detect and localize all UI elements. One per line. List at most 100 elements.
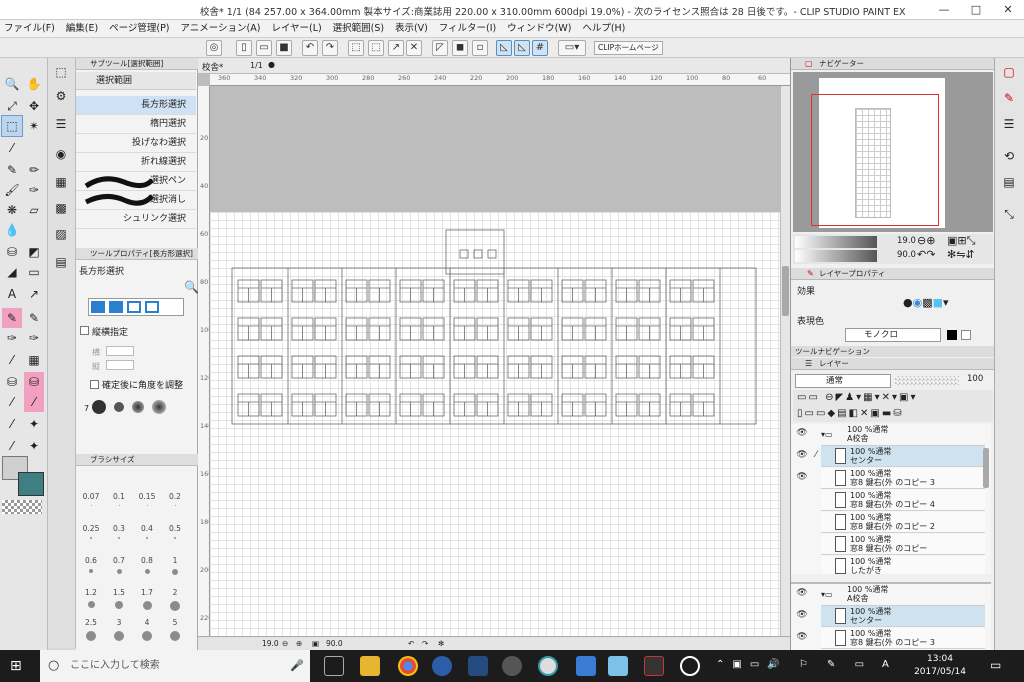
navigator-zoom[interactable]: 19.0 — [897, 236, 916, 246]
aa-weak-icon[interactable] — [114, 402, 124, 412]
layer-folder-row[interactable]: ▾▭ 100 %通常 A校舎 — [821, 424, 985, 446]
canvas-angle-value[interactable]: 90.0 — [326, 637, 343, 650]
nav-rotate-icon[interactable]: ↶↷ — [917, 248, 935, 261]
aa-mid-icon[interactable] — [132, 401, 144, 413]
layer-row[interactable]: 100 %通常 センター — [821, 446, 985, 467]
taskbar-search-box[interactable]: ○ ここに入力して検索 🎤 — [40, 650, 310, 682]
black-swatch[interactable] — [947, 330, 957, 340]
move-layer-icon[interactable]: ✥ — [24, 96, 44, 116]
visibility-eye-icon[interactable]: 👁 — [795, 632, 809, 646]
scroll-thumb[interactable] — [782, 266, 789, 316]
nav-flip-icon[interactable]: ✻⇋⇵ — [947, 248, 975, 261]
frame-tool-icon[interactable]: ▭ — [24, 262, 44, 282]
navigator-tab-icon[interactable]: ▢ — [805, 59, 813, 68]
system-tray-icons[interactable]: ⌃▣▭🔊 ⚐ ✎ ▭ — [716, 659, 872, 670]
opacity-value[interactable]: 100 — [967, 374, 983, 384]
decoration-tool-icon[interactable]: ❋ — [2, 200, 22, 220]
screen-preset-icon[interactable]: ▦ — [24, 350, 44, 370]
zoom-in-icon[interactable]: ⊕ — [296, 637, 302, 650]
clip-studio-icon[interactable]: ◎ — [206, 40, 222, 56]
brush-size-13[interactable]: 1.5 — [104, 588, 134, 618]
open-file-icon[interactable]: ▭ — [256, 40, 272, 56]
approximate-color-icon[interactable]: ▨ — [51, 224, 71, 244]
visibility-eye-icon[interactable]: 👁 — [795, 450, 809, 464]
pen-pink-icon[interactable]: ⁄ — [24, 392, 44, 412]
snap-grid-icon[interactable]: # — [532, 40, 548, 56]
effect-icons[interactable]: ●◉▩■▾ — [903, 296, 949, 309]
blend-mode-select[interactable]: 通常 — [795, 374, 891, 388]
canvas-zoom-value[interactable]: 19.0 — [262, 637, 279, 650]
subtool-shrink-select[interactable]: シュリンク選択 — [76, 210, 196, 229]
horizontal-ruler[interactable]: 360 340 320 300 280 260 240 220 200 180 … — [210, 74, 790, 86]
file-explorer-icon[interactable] — [360, 656, 380, 676]
visibility-eye-icon[interactable]: 👁 — [795, 428, 809, 442]
pen-preset-icon[interactable]: ✎ — [2, 308, 22, 328]
brush-size-2[interactable]: 0.15 — [132, 492, 162, 522]
deselect-icon[interactable]: ⬚ — [348, 40, 364, 56]
media-player-icon[interactable] — [680, 656, 700, 676]
brush-tool-icon[interactable]: 🖌 — [2, 180, 22, 200]
brush-size-12[interactable]: 1.2 — [76, 588, 106, 618]
property-list-icon[interactable]: ☰ — [51, 114, 71, 134]
scale-icon[interactable]: ✕ — [406, 40, 422, 56]
notification-icon[interactable]: ▭ — [990, 658, 1001, 672]
eraser-preset-icon[interactable]: ✑ — [24, 328, 44, 348]
sparkle-2-icon[interactable]: ✦ — [24, 436, 44, 456]
navigator-angle[interactable]: 90.0 — [897, 250, 916, 260]
stroke-icon[interactable]: ▫ — [472, 40, 488, 56]
color-mode-select[interactable]: モノクロ — [845, 328, 941, 342]
selection-tool-icon[interactable]: ⬚ — [1, 115, 23, 137]
eyedropper-icon[interactable]: ⁄ — [2, 138, 22, 158]
white-swatch[interactable] — [961, 330, 971, 340]
add-selection-icon[interactable] — [109, 301, 123, 313]
layer-panel-icon[interactable]: ☰ — [999, 114, 1019, 134]
gradient-tool-icon[interactable]: ◩ — [24, 242, 44, 262]
brush-size-18[interactable]: 4 — [132, 618, 162, 648]
blend-tool-icon[interactable]: 💧 — [2, 220, 22, 240]
clip-studio-paint-icon[interactable] — [538, 656, 558, 676]
auto-select-icon[interactable]: ✴ — [24, 116, 44, 136]
clear-icon[interactable]: ◸ — [432, 40, 448, 56]
correct-line-icon[interactable]: ↗ — [24, 284, 44, 304]
main-color-swatch[interactable] — [18, 472, 44, 496]
brush-size-5[interactable]: 0.3 — [104, 524, 134, 554]
display-mode-icon[interactable]: ▭▾ — [558, 40, 586, 56]
pencil-tool-icon[interactable]: ✏ — [24, 160, 44, 180]
fill-preset-icon[interactable]: ⛁ — [24, 372, 44, 392]
layer-row[interactable]: 100 %通常 したがき — [821, 556, 985, 574]
angle-checkbox[interactable] — [90, 380, 99, 389]
opacity-slider[interactable] — [895, 376, 959, 386]
zoom-tool-icon[interactable]: 🔍 — [2, 74, 22, 94]
taskbar-clock[interactable]: 13:04 2017/05/14 — [910, 653, 970, 679]
close-button[interactable]: ✕ — [992, 0, 1024, 20]
nav-fit-icon[interactable]: ▣⊞⤡ — [947, 234, 975, 248]
new-file-icon[interactable]: ▯ — [236, 40, 252, 56]
aa-strong-icon[interactable] — [152, 400, 166, 414]
intersect-selection-icon[interactable] — [145, 301, 159, 313]
document-tab[interactable]: 校舎* 1/1 ● — [198, 58, 790, 74]
layer-row[interactable]: 100 %通常 窓8 鍵右(外 のコピー 2 — [821, 512, 985, 533]
color-set-icon[interactable]: ▦ — [51, 172, 71, 192]
operation-tool-icon[interactable]: ⤢ — [2, 96, 22, 116]
tab-close-icon[interactable]: ● — [268, 60, 275, 69]
menu-filter[interactable]: フィルター(I) — [435, 20, 501, 38]
redo-icon[interactable]: ↷ — [322, 40, 338, 56]
canvas-paper[interactable] — [210, 212, 780, 636]
brush-size-1[interactable]: 0.1 — [104, 492, 134, 522]
rotate-right-icon[interactable]: ↷ — [422, 637, 428, 650]
sub-tool-group-tab[interactable]: 選択範囲 — [76, 72, 196, 90]
vertical-ruler[interactable]: 20 40 60 80 100 120 140 160 180 200 220 — [198, 86, 210, 636]
line-preset-icon[interactable]: ⁄ — [2, 350, 22, 370]
save-icon[interactable]: ■ — [276, 40, 292, 56]
transparent-color-swatch[interactable] — [2, 500, 42, 514]
vertical-scrollbar[interactable] — [780, 86, 790, 636]
selection-group-icon[interactable]: ⬚ — [51, 62, 71, 82]
navigator-panel-icon[interactable]: ▢ — [999, 62, 1019, 82]
layer-folder-row[interactable]: ▾▭ 100 %通常 A校舎 — [821, 584, 985, 606]
intermediate-color-icon[interactable]: ▩ — [51, 198, 71, 218]
layer-row[interactable]: 100 %通常 窓8 鍵右(外 のコピー — [821, 534, 985, 555]
zoom-slider[interactable] — [795, 236, 877, 248]
menu-animation[interactable]: アニメーション(A) — [176, 20, 264, 38]
notes-app-icon[interactable] — [608, 656, 628, 676]
ime-mode[interactable]: A — [882, 659, 889, 670]
